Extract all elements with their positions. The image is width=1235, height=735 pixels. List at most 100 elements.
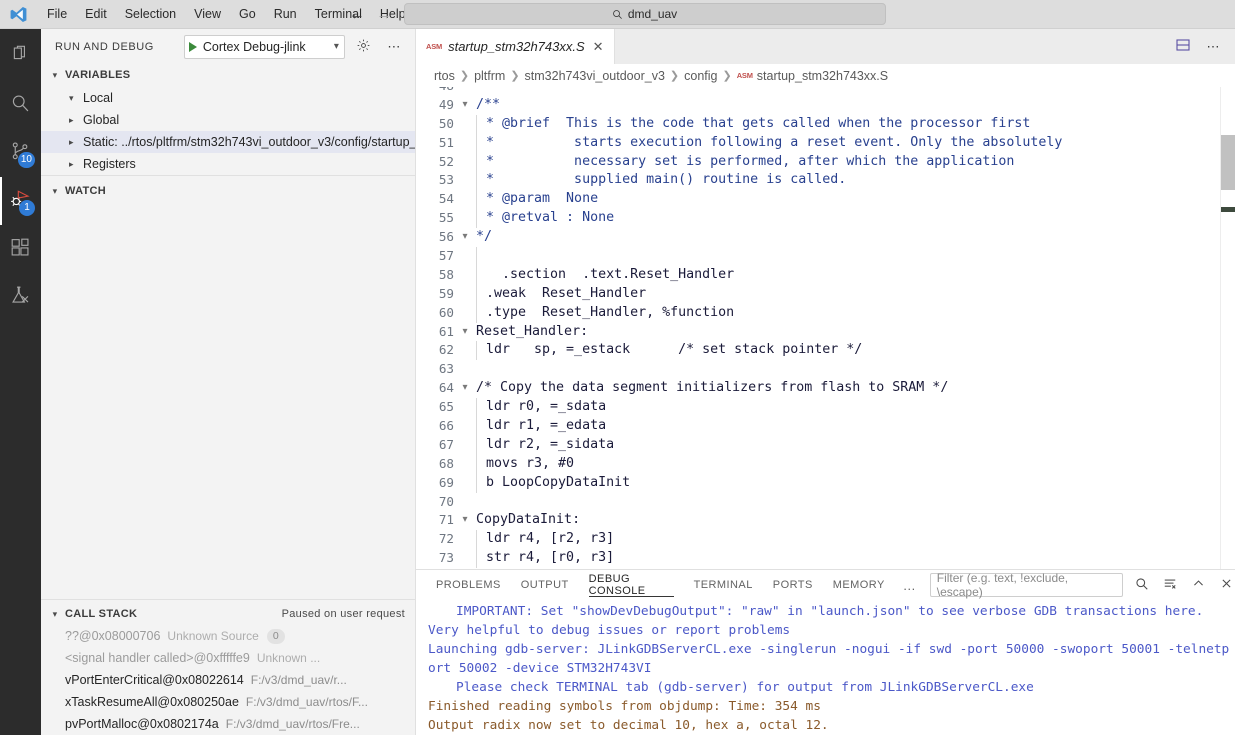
code-line[interactable]: 58 .section .text.Reset_Handler	[416, 265, 1235, 285]
debug-console-output[interactable]: IMPORTANT: Set "showDevDebugOutput": "ra…	[416, 600, 1235, 735]
menu-go[interactable]: Go	[230, 4, 265, 24]
sidebar-more-actions-button[interactable]: ⋯	[383, 36, 405, 58]
call-stack-frame[interactable]: pvPortMalloc@0x0802174a F:/v3/dmd_uav/rt…	[41, 713, 415, 735]
fold-chevron-down-icon[interactable]: ▾	[454, 228, 476, 247]
breadcrumb-item-pltfrm[interactable]: pltfrm	[474, 69, 505, 83]
close-icon[interactable]: ✕	[593, 39, 604, 55]
play-icon[interactable]	[188, 41, 197, 52]
call-stack-frame[interactable]: <signal handler called>@0xfffffe9 Unknow…	[41, 647, 415, 669]
menu-view[interactable]: View	[185, 4, 230, 24]
maximize-panel-button[interactable]	[1189, 576, 1207, 594]
call-stack-frame[interactable]: xTaskResumeAll@0x080250ae F:/v3/dmd_uav/…	[41, 691, 415, 713]
code-line[interactable]: 72 ldr r4, [r2, r3]	[416, 530, 1235, 550]
panel-tab-ports[interactable]: PORTS	[763, 570, 823, 600]
code-line[interactable]: 60 .type Reset_Handler, %function	[416, 303, 1235, 323]
fold-chevron-down-icon[interactable]: ▾	[454, 96, 476, 115]
breadcrumb-item-board[interactable]: stm32h743vi_outdoor_v3	[525, 69, 665, 83]
workbench-body: 10 1 RUN AND DEBUG Cortex Debug-jlink ▾ …	[0, 29, 1235, 735]
code-line[interactable]: 63	[416, 360, 1235, 379]
line-number: 61	[438, 323, 454, 339]
code-line[interactable]: 51 * starts execution following a reset e…	[416, 133, 1235, 153]
code-line[interactable]: 50 * @brief This is the code that gets ca…	[416, 114, 1235, 134]
close-panel-button[interactable]	[1217, 576, 1235, 594]
launch-configuration-select[interactable]: Cortex Debug-jlink ▾	[183, 34, 345, 59]
line-number: 64	[438, 380, 454, 396]
variables-row-local[interactable]: ▾ Local	[41, 87, 415, 109]
variables-row-static[interactable]: ▸ Static: ../rtos/pltfrm/stm32h743vi_out…	[41, 131, 415, 153]
code-line[interactable]: 69 b LoopCopyDataInit	[416, 473, 1235, 493]
activitybar-item-source-control[interactable]: 10	[0, 129, 41, 177]
panel-tab-problems[interactable]: PROBLEMS	[426, 570, 511, 600]
code-line[interactable]: 64 ▾/* Copy the data segment initializers…	[416, 379, 1235, 398]
indent-guide	[476, 530, 486, 550]
activitybar-item-search[interactable]	[0, 81, 41, 129]
activitybar-item-explorer[interactable]	[0, 33, 41, 81]
quick-input-search[interactable]: dmd_uav	[403, 3, 886, 25]
panel-tab-terminal[interactable]: TERMINAL	[684, 570, 763, 600]
panel-tab-debug-console[interactable]: DEBUG CONSOLE	[579, 570, 684, 600]
activitybar-item-run-and-debug[interactable]: 1	[0, 177, 41, 225]
code-line[interactable]: 53 * supplied main() routine is called.	[416, 171, 1235, 191]
editor-more-actions-button[interactable]: ⋯	[1201, 35, 1225, 59]
code-line[interactable]: 66 ldr r1, =_edata	[416, 417, 1235, 436]
indent-guide	[476, 473, 486, 493]
open-launch-settings-button[interactable]	[353, 36, 375, 58]
call-stack-section-header[interactable]: ▾ CALL STACK Paused on user request	[41, 603, 415, 625]
panel-more-tabs-button[interactable]: …	[895, 578, 924, 593]
code-line[interactable]: 59 .weak Reset_Handler	[416, 284, 1235, 304]
code-line[interactable]: 61 ▾ Reset_Handler:	[416, 323, 1235, 342]
breadcrumb-item-config[interactable]: config	[684, 69, 717, 83]
variables-row-registers[interactable]: ▸ Registers	[41, 153, 415, 175]
arrow-right-icon[interactable]: →	[377, 7, 392, 22]
panel-tab-output[interactable]: OUTPUT	[511, 570, 579, 600]
chevron-down-icon: ▾	[52, 185, 58, 196]
variables-section-header[interactable]: ▾ VARIABLES	[41, 64, 415, 86]
code-line[interactable]: 65 ldr r0, =_sdata	[416, 398, 1235, 418]
menu-run[interactable]: Run	[265, 4, 306, 24]
code-line[interactable]: 56 ▾ */	[416, 228, 1235, 247]
clear-console-button[interactable]	[1161, 576, 1179, 594]
panel-actions	[1133, 576, 1235, 594]
breadcrumb-item-rtos[interactable]: rtos	[434, 69, 455, 83]
code-lines[interactable]: 4849▾/**50* @brief This is the code that…	[416, 87, 1235, 569]
fold-chevron-down-icon[interactable]: ▾	[454, 379, 476, 398]
code-line[interactable]: 55 * @retval : None	[416, 209, 1235, 229]
split-editor-button[interactable]	[1171, 35, 1195, 59]
menu-file[interactable]: File	[38, 4, 76, 24]
chevron-down-icon[interactable]: ▾	[334, 41, 339, 52]
code-line[interactable]: 70	[416, 493, 1235, 512]
console-line: IMPORTANT: Set "showDevDebugOutput": "ra…	[456, 604, 1204, 619]
code-line[interactable]: 62 ldr sp, =_estack /* set stack pointer …	[416, 341, 1235, 361]
code-line[interactable]: 57	[416, 247, 1235, 266]
editor-tab-startup-stm32h743xx[interactable]: ASM startup_stm32h743xx.S ✕	[416, 29, 615, 64]
arrow-left-icon[interactable]: ←	[350, 7, 365, 22]
activitybar-item-testing[interactable]	[0, 273, 41, 321]
code-editor[interactable]: 4849▾/**50* @brief This is the code that…	[416, 87, 1235, 569]
fold-chevron-down-icon[interactable]: ▾	[454, 323, 476, 342]
code-line[interactable]: 54 * @param None	[416, 190, 1235, 210]
code-line[interactable]: 68 movs r3, #0	[416, 454, 1235, 474]
more-actions-icon: ⋯	[387, 38, 401, 54]
code-line[interactable]: 73 str r4, [r0, r3]	[416, 549, 1235, 569]
line-number: 67	[438, 436, 454, 452]
menu-selection[interactable]: Selection	[116, 4, 185, 24]
call-stack-frame[interactable]: ??@0x08000706 Unknown Source 0	[41, 625, 415, 647]
editor-scrollbar-thumb[interactable]	[1221, 135, 1235, 190]
call-stack-frame[interactable]: vPortEnterCritical@0x08022614 F:/v3/dmd_…	[41, 669, 415, 691]
watch-section-header[interactable]: ▾ WATCH	[41, 180, 415, 202]
editor-vertical-scrollbar[interactable]	[1221, 87, 1235, 569]
activitybar-item-extensions[interactable]	[0, 225, 41, 273]
filter-search-button[interactable]	[1133, 576, 1151, 594]
code-line[interactable]: 49 ▾/**	[416, 96, 1235, 115]
console-filter-input[interactable]: Filter (e.g. text, !exclude, \escape)	[929, 571, 1123, 599]
fold-chevron-down-icon[interactable]: ▾	[454, 511, 476, 530]
variables-row-global[interactable]: ▸ Global	[41, 109, 415, 131]
code-line[interactable]: 52 * necessary set is performed, after wh…	[416, 152, 1235, 172]
menu-edit[interactable]: Edit	[76, 4, 116, 24]
code-line[interactable]: 48	[416, 87, 1235, 96]
breadcrumb-item-file[interactable]: ASM startup_stm32h743xx.S	[737, 69, 888, 83]
code-line[interactable]: 71 ▾ CopyDataInit:	[416, 511, 1235, 530]
panel-tab-memory[interactable]: MEMORY	[823, 570, 895, 600]
code-text: * @param None	[486, 191, 599, 207]
code-line[interactable]: 67 ldr r2, =_sidata	[416, 435, 1235, 455]
